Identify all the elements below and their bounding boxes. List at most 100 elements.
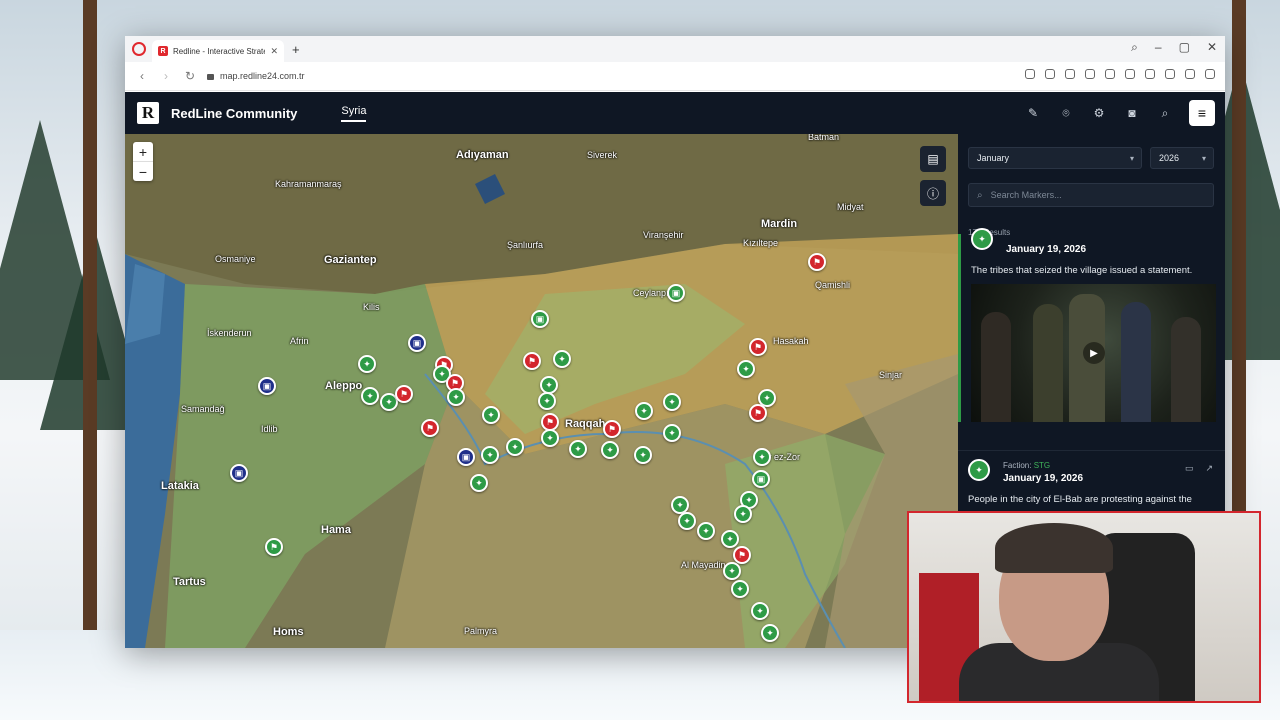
map-marker[interactable]: ▣ — [230, 464, 248, 482]
map-marker[interactable]: ▣ — [531, 310, 549, 328]
extension-icon[interactable] — [1045, 69, 1055, 79]
extension-icon[interactable] — [1065, 69, 1075, 79]
map-marker[interactable]: ⚑ — [749, 404, 767, 422]
camera-icon[interactable]: ◙ — [1123, 104, 1141, 122]
map-marker[interactable]: ▣ — [457, 448, 475, 466]
map-marker[interactable]: ✦ — [663, 393, 681, 411]
map-marker[interactable]: ✦ — [358, 355, 376, 373]
zoom-out-button[interactable]: − — [133, 161, 153, 181]
map-label: Al Mayadin — [681, 560, 726, 570]
play-icon[interactable]: ▶ — [1083, 342, 1105, 364]
nav-item-syria[interactable]: Syria — [341, 105, 367, 122]
map-marker[interactable]: ✦ — [506, 438, 524, 456]
heart-icon[interactable] — [1125, 69, 1135, 79]
search-markers-input[interactable] — [988, 189, 1193, 201]
map-marker[interactable]: ✦ — [761, 624, 779, 642]
feed-item[interactable]: ✦ Faction: STG January 19, 2026 ▭ ↗ Peop… — [958, 450, 1225, 505]
map-marker[interactable]: ▣ — [408, 334, 426, 352]
back-icon[interactable]: ‹ — [135, 69, 149, 83]
reload-icon[interactable]: ↻ — [183, 69, 197, 83]
map-marker[interactable]: ✦ — [481, 446, 499, 464]
video-icon[interactable]: ▭ — [1185, 463, 1194, 474]
map-marker[interactable]: ✦ — [541, 429, 559, 447]
browser-tab[interactable]: R Redline - Interactive Strate ✕ — [152, 40, 284, 62]
redline-logo[interactable]: R — [137, 102, 159, 124]
map-marker[interactable]: ✦ — [470, 474, 488, 492]
map-marker[interactable]: ✦ — [737, 360, 755, 378]
close-window-icon[interactable]: ✕ — [1207, 40, 1217, 55]
map-marker[interactable]: ⚑ — [749, 338, 767, 356]
gear-icon[interactable]: ⚙ — [1090, 104, 1108, 122]
map-marker[interactable]: ✦ — [734, 505, 752, 523]
extension-icon[interactable] — [1085, 69, 1095, 79]
map-marker[interactable]: ⚑ — [265, 538, 283, 556]
feed-item[interactable]: ✦ January 19, 2026 The tribes that seize… — [958, 228, 1225, 422]
map-marker[interactable]: ⚑ — [733, 546, 751, 564]
map-marker[interactable]: ✦ — [751, 602, 769, 620]
map-marker[interactable]: ⚑ — [395, 385, 413, 403]
map-marker[interactable]: ✦ — [569, 440, 587, 458]
download-icon[interactable] — [1145, 69, 1155, 79]
map-marker[interactable]: ✦ — [721, 530, 739, 548]
month-value: January — [977, 153, 1010, 163]
map-marker[interactable]: ⚑ — [421, 419, 439, 437]
menu-icon[interactable] — [1165, 69, 1175, 79]
map-label: Viranşehir — [643, 230, 684, 240]
pin-icon[interactable]: ⌾ — [1057, 104, 1075, 122]
map-marker[interactable]: ✦ — [601, 441, 619, 459]
zoom-in-button[interactable]: + — [133, 142, 153, 161]
month-select[interactable]: January ▾ — [968, 147, 1142, 169]
map-label: Homs — [273, 626, 304, 638]
map-marker[interactable]: ✦ — [553, 350, 571, 368]
map-marker[interactable]: ✦ — [697, 522, 715, 540]
extension-icon[interactable] — [1205, 69, 1215, 79]
profile-icon[interactable] — [1185, 69, 1195, 79]
map-marker[interactable]: ▣ — [258, 377, 276, 395]
map-marker[interactable]: ✦ — [731, 580, 749, 598]
map-marker[interactable]: ✦ — [634, 446, 652, 464]
map-marker[interactable]: ▣ — [752, 470, 770, 488]
map-marker[interactable]: ✦ — [678, 512, 696, 530]
map-marker[interactable]: ✦ — [361, 387, 379, 405]
map-marker[interactable]: ✦ — [753, 448, 771, 466]
favicon-icon: R — [158, 46, 168, 56]
opera-icon[interactable] — [132, 42, 146, 56]
map-marker[interactable]: ✦ — [538, 392, 556, 410]
close-tab-icon[interactable]: ✕ — [270, 46, 278, 57]
menu-button[interactable]: ≡ — [1189, 100, 1215, 126]
pen-icon[interactable]: ✎ — [1024, 104, 1042, 122]
map-label: Sinjar — [879, 370, 903, 380]
search-tabs-icon[interactable]: ⌕ — [1131, 40, 1138, 55]
year-select[interactable]: 2026 ▾ — [1150, 147, 1214, 169]
map-marker[interactable]: ✦ — [447, 388, 465, 406]
search-icon[interactable]: ⌕ — [1156, 104, 1174, 122]
forward-icon[interactable]: › — [159, 69, 173, 83]
webcam-overlay — [907, 511, 1261, 703]
extension-icon[interactable] — [1105, 69, 1115, 79]
external-link-icon[interactable]: ↗ — [1205, 463, 1213, 474]
map-marker[interactable]: ⚑ — [523, 352, 541, 370]
map-marker[interactable]: ⚑ — [603, 420, 621, 438]
url-field[interactable]: map.redline24.com.tr — [207, 71, 305, 81]
brand-name[interactable]: RedLine Community — [171, 106, 297, 121]
map-marker[interactable]: ✦ — [723, 562, 741, 580]
map-marker[interactable]: ⚑ — [808, 253, 826, 271]
map-marker[interactable]: ▣ — [667, 284, 685, 302]
header-toolbar: ✎ ⌾ ⚙ ◙ ⌕ ≡ — [1024, 100, 1215, 126]
map-label: Aleppo — [325, 380, 363, 392]
map-layers-icon[interactable]: ▤ — [920, 146, 946, 172]
faction-label: Faction: — [1003, 461, 1032, 470]
map-marker[interactable]: ✦ — [482, 406, 500, 424]
maximize-icon[interactable]: ▢ — [1179, 40, 1190, 55]
map-label: Siverek — [587, 150, 618, 160]
map-view[interactable]: + − ▤ ⓘ Adıyaman Kahramanmaraş Gaziantep… — [125, 134, 958, 648]
card-actions: ▭ ↗ — [1185, 463, 1213, 474]
map-marker[interactable]: ✦ — [635, 402, 653, 420]
new-tab-button[interactable]: + — [292, 42, 300, 57]
map-marker[interactable]: ✦ — [663, 424, 681, 442]
video-thumbnail[interactable]: ▶ — [971, 284, 1216, 422]
minimize-icon[interactable]: – — [1155, 40, 1162, 55]
map-label: İskenderun — [207, 328, 252, 338]
info-icon[interactable]: ⓘ — [920, 180, 946, 206]
extension-icon[interactable] — [1025, 69, 1035, 79]
